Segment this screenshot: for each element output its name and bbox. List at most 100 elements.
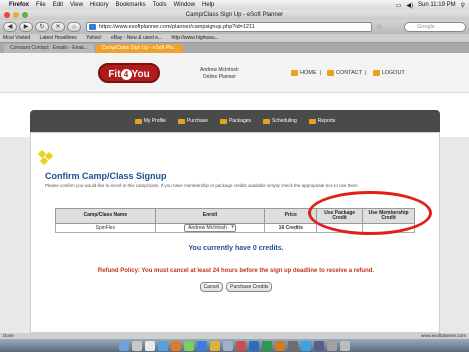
menubar-clock[interactable]: Sun 11:19 PM [418,2,456,8]
display-icon[interactable]: ▭ [396,2,402,9]
system-prefs-icon[interactable] [288,340,298,351]
site-logo[interactable]: Fit 4 You [98,63,160,83]
credits-message: You currently have 0 credits. [188,245,284,252]
nav-band: My Profile Purchase Packages Scheduling … [0,93,469,137]
window-title: Camp/Class Sign Up - eSoft Planner [185,12,284,18]
nav-my-profile[interactable]: My Profile [134,118,166,124]
spotlight-icon[interactable]: ⚲ [461,2,465,9]
iphoto-icon[interactable] [223,340,233,351]
safari-icon[interactable] [158,340,168,351]
downloads-icon[interactable] [327,340,337,351]
itunes-icon[interactable] [210,340,220,351]
window-controls [4,12,28,18]
back-button[interactable]: ◀ [3,22,17,32]
sparkle-icon [37,149,54,166]
home-button[interactable]: ⌂ [67,22,81,32]
intro-text: Please confirm you would like to enroll … [45,183,359,188]
contact-link[interactable]: CONTACT [336,70,362,76]
powerpoint-icon[interactable] [275,340,285,351]
dashboard-icon[interactable] [132,340,142,351]
ichat-icon[interactable] [184,340,194,351]
bookmark-star-icon[interactable]: ☆ [376,23,382,31]
link-separator: | [365,70,367,76]
nav-packages[interactable]: Packages [220,118,251,124]
tab-constant-contact[interactable]: Constant Contact : Emails - Emai... [4,44,94,53]
user-subtitle: Online Planner [202,74,236,80]
contact-icon [326,70,334,76]
menu-bookmarks[interactable]: Bookmarks [116,2,146,8]
cell-price: 16 Credits [264,223,318,233]
bookmark-latest-headlines[interactable]: Latest Headlines [40,35,77,41]
search-input[interactable]: Google [404,22,466,32]
nav-purchase[interactable]: Purchase [177,118,209,124]
tab-camp-signup[interactable]: Camp/Class Sign Up - eSoft Pla... [95,44,184,53]
logo-number: 4 [120,69,132,80]
nav-reports[interactable]: Reports [308,118,336,124]
bookmarks-toolbar: Most Visited Latest Headlines Yahoo! eBa… [0,34,469,43]
main-navbar: My Profile Purchase Packages Scheduling … [30,110,440,132]
menu-tools[interactable]: Tools [153,2,167,8]
calendar-icon[interactable] [236,340,246,351]
mac-menubar: Firefox File Edit View History Bookmarks… [0,0,469,10]
menubar-status-area: ▭ ◀) Sun 11:19 PM ⚲ [391,2,469,9]
minimize-window-button[interactable] [13,12,19,18]
nav-scheduling[interactable]: Scheduling [263,118,297,124]
tab-strip: Constant Contact : Emails - Emai... Camp… [0,43,469,53]
top-links: HOME | CONTACT | LOGOUT [288,70,405,76]
bookmark-highway[interactable]: http://www.highwau... [172,35,219,41]
cancel-button[interactable]: Cancel [199,282,224,292]
url-bar[interactable]: https://www.esoftplanner.com/planner/cam… [86,22,372,32]
menu-file[interactable]: File [36,2,46,8]
action-buttons: Cancel Purchase Credits [31,282,441,292]
firefox-icon[interactable] [171,340,181,351]
zoom-window-button[interactable] [22,12,28,18]
logout-link[interactable]: LOGOUT [382,70,405,76]
logo-text-left: Fit [108,69,121,80]
purchase-credits-button[interactable]: Purchase Credits [226,282,273,292]
cell-enroll: Andrew McIntosh [154,223,266,233]
nav-label: Reports [317,118,336,124]
nav-label: Scheduling [272,118,297,124]
reload-button[interactable]: ↻ [35,22,49,32]
window-titlebar: Camp/Class Sign Up - eSoft Planner [0,10,469,20]
home-link[interactable]: HOME [300,70,317,76]
highlight-annotation [308,191,432,235]
forward-button[interactable]: ▶ [19,22,33,32]
word-icon[interactable] [249,340,259,351]
close-window-button[interactable] [4,12,10,18]
trash-icon[interactable] [340,340,350,351]
mac-dock [0,339,469,352]
browser-toolbar: ◀ ▶ ↻ ✕ ⌂ https://www.esoftplanner.com/p… [0,20,469,34]
bookmark-yahoo[interactable]: Yahoo! [86,35,101,41]
nav-label: Packages [229,118,252,124]
url-text: https://www.esoftplanner.com/planner/cam… [99,24,255,30]
menu-edit[interactable]: Edit [53,2,63,8]
menu-help[interactable]: Help [202,2,214,8]
menu-view[interactable]: View [70,2,83,8]
volume-icon[interactable]: ◀) [406,2,413,9]
menu-history[interactable]: History [90,2,109,8]
purchase-icon [177,118,185,124]
address-book-icon[interactable] [197,340,207,351]
cell-class-name: SpinFlex [55,223,156,233]
bookmark-most-visited[interactable]: Most Visited [3,35,30,41]
excel-icon[interactable] [262,340,272,351]
packages-icon [220,118,228,124]
refund-policy: Refund Policy: You must cancel at least … [97,268,375,274]
mail-icon[interactable] [145,340,155,351]
page-title: Confirm Camp/Class Signup [45,171,167,181]
site-header: Fit 4 You Andrew McIntosh Online Planner H… [0,53,469,93]
stop-button[interactable]: ✕ [51,22,65,32]
nav-label: My Profile [143,118,166,124]
col-camp-class-name: Camp/Class Name [55,208,156,224]
nav-label: Purchase [186,118,209,124]
menu-window[interactable]: Window [174,2,195,8]
site-identity-icon[interactable] [89,24,96,30]
user-info: Andrew McIntosh Online Planner [200,67,239,81]
finder-icon[interactable] [119,340,129,351]
enroll-select[interactable]: Andrew McIntosh [184,224,236,232]
skype-icon[interactable] [301,340,311,351]
app-icon[interactable] [314,340,324,351]
bookmark-ebay[interactable]: eBay - New & used e... [111,35,162,41]
menu-app-name[interactable]: Firefox [9,2,29,8]
